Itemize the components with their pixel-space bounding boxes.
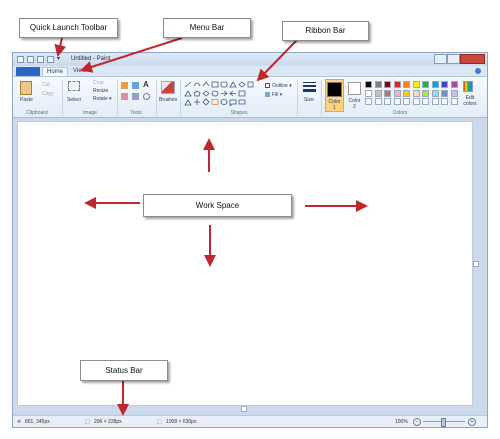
callout-quick-launch-toolbar: Quick Launch Toolbar — [19, 18, 118, 38]
arrow-to-menu-bar — [80, 37, 183, 73]
annotation-arrows — [54, 37, 368, 416]
callout-status-bar: Status Bar — [80, 360, 168, 381]
callout-menu-bar: Menu Bar — [163, 18, 251, 38]
arrow-to-quick-launch — [54, 37, 67, 57]
callout-ribbon-bar: Ribbon Bar — [282, 21, 369, 41]
arrow-to-ribbon-bar — [256, 39, 298, 82]
callout-work-space: Work Space — [143, 194, 292, 217]
